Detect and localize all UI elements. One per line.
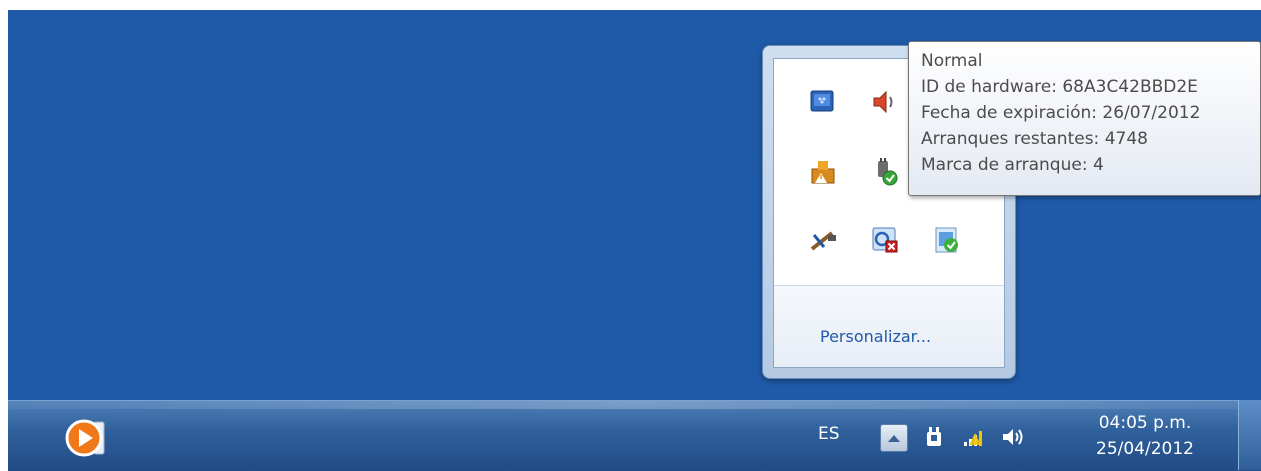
taskbar: [8, 400, 1261, 471]
language-indicator[interactable]: ES: [818, 424, 840, 444]
speaker-icon[interactable]: [1000, 425, 1026, 449]
customize-link[interactable]: Personalizar...: [820, 327, 931, 346]
blackberry-icon[interactable]: [808, 87, 838, 117]
taskbar-clock[interactable]: 04:05 p.m. 25/04/2012: [1080, 410, 1210, 462]
activation-tooltip: Normal ID de hardware: 68A3C42BBD2E Fech…: [908, 41, 1261, 196]
usb-plug-check-icon[interactable]: [870, 157, 900, 187]
power-plug-icon[interactable]: [922, 425, 948, 449]
clock-date: 25/04/2012: [1096, 439, 1194, 459]
tooltip-line-status: Normal: [921, 51, 983, 71]
speaker-icon[interactable]: [870, 87, 900, 117]
warning-drive-icon[interactable]: [808, 157, 838, 187]
show-desktop-button[interactable]: [1238, 400, 1261, 470]
tooltip-line-expiration: Fecha de expiración: 26/07/2012: [921, 103, 1201, 123]
show-hidden-icons-button[interactable]: [880, 424, 908, 452]
taskbar-highlight: [8, 401, 1261, 409]
tooltip-line-boots-remaining: Arranques restantes: 4748: [921, 129, 1148, 149]
connection-tools-icon[interactable]: [808, 225, 838, 255]
chevron-up-icon: [888, 435, 900, 442]
tooltip-line-boot-mark: Marca de arranque: 4: [921, 155, 1104, 175]
media-player-icon[interactable]: [64, 416, 108, 460]
sync-error-icon[interactable]: [870, 225, 900, 255]
activation-check-icon[interactable]: [932, 225, 962, 255]
tooltip-line-hardware-id: ID de hardware: 68A3C42BBD2E: [921, 77, 1198, 97]
network-signal-icon[interactable]: [962, 425, 988, 449]
clock-time: 04:05 p.m.: [1098, 413, 1192, 433]
